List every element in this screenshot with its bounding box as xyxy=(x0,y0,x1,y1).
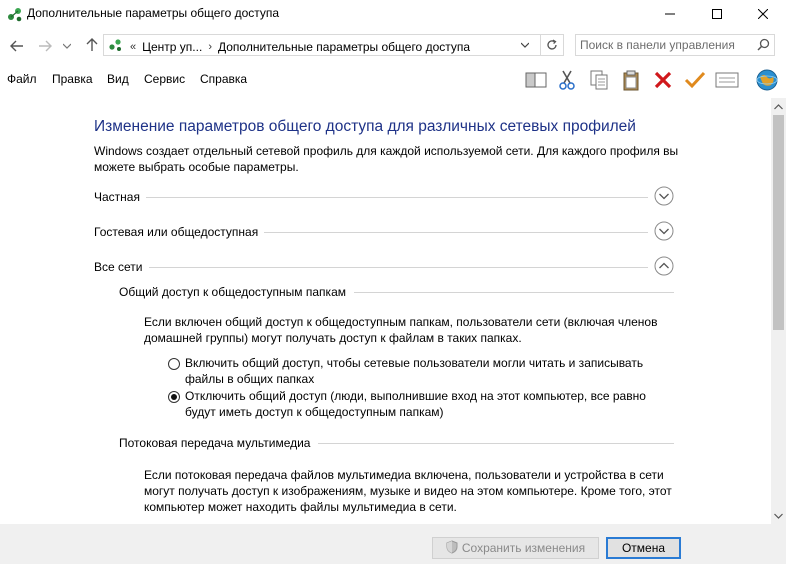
arrow-up-icon xyxy=(86,38,98,51)
refresh-icon xyxy=(547,39,557,50)
checkmark-icon[interactable] xyxy=(683,68,707,92)
scrollbar-thumb[interactable] xyxy=(773,115,784,330)
copy-icon[interactable] xyxy=(587,68,611,92)
profile-private-label: Частная xyxy=(94,190,146,204)
globe-icon[interactable] xyxy=(755,68,779,92)
address-overflow[interactable]: « xyxy=(130,41,136,53)
vertical-scrollbar[interactable] xyxy=(771,98,786,524)
network-sharing-icon xyxy=(7,6,23,22)
delete-icon[interactable] xyxy=(651,68,675,92)
public-folders-title: Общий доступ к общедоступным папкам xyxy=(119,285,354,299)
radio-disable-label[interactable]: Отключить общий доступ (люди, выполнивши… xyxy=(185,388,665,420)
title-bar: Дополнительные параметры общего доступа xyxy=(0,0,786,28)
up-button[interactable] xyxy=(84,37,100,53)
maximize-icon xyxy=(712,9,722,19)
footer-bar: Сохранить изменения Отмена xyxy=(0,524,786,564)
search-icon[interactable] xyxy=(757,38,770,54)
arrow-left-icon xyxy=(10,40,23,52)
chevron-down-icon xyxy=(521,42,529,48)
minimize-icon xyxy=(665,13,675,15)
media-streaming-title: Потоковая передача мультимедиа xyxy=(119,436,319,450)
menu-file[interactable]: Файл xyxy=(7,72,37,86)
chevron-down-icon xyxy=(774,513,783,519)
radio-button[interactable] xyxy=(168,358,180,370)
menu-tools[interactable]: Сервис xyxy=(144,72,185,86)
expand-chevron-down-icon[interactable] xyxy=(654,221,674,241)
radio-disable-public-sharing[interactable]: Отключить общий доступ (люди, выполнивши… xyxy=(168,388,668,420)
collapse-chevron-up-icon[interactable] xyxy=(654,256,674,276)
scroll-up-button[interactable] xyxy=(771,98,786,115)
back-button[interactable] xyxy=(9,38,25,54)
address-dropdown-button[interactable] xyxy=(517,37,533,53)
public-folders-description: Если включен общий доступ к общедоступны… xyxy=(144,315,658,345)
radio-button-selected[interactable] xyxy=(168,391,180,403)
cut-icon[interactable] xyxy=(555,68,579,92)
shield-icon xyxy=(446,539,458,557)
close-icon xyxy=(758,9,768,19)
paste-icon[interactable] xyxy=(619,68,643,92)
intro-text: Windows создает отдельный сетевой профил… xyxy=(94,144,679,174)
save-changes-label: Сохранить изменения xyxy=(461,541,586,555)
divider xyxy=(94,197,648,198)
profile-guest[interactable]: Гостевая или общедоступная xyxy=(94,221,674,243)
menu-help[interactable]: Справка xyxy=(200,72,247,86)
address-bar[interactable]: « Центр уп... › Дополнительные параметры… xyxy=(103,34,564,56)
breadcrumb-current[interactable]: Дополнительные параметры общего доступа xyxy=(218,40,470,54)
chevron-down-icon xyxy=(63,43,71,49)
maximize-button[interactable] xyxy=(694,0,740,28)
profile-guest-label: Гостевая или общедоступная xyxy=(94,225,265,239)
profile-private[interactable]: Частная xyxy=(94,186,674,208)
arrow-right-icon xyxy=(39,40,52,52)
chevron-up-icon xyxy=(774,103,783,109)
refresh-button[interactable] xyxy=(540,35,563,55)
close-window-button[interactable] xyxy=(740,0,786,28)
content-panel: Изменение параметров общего доступа для … xyxy=(0,98,771,524)
recent-locations-button[interactable] xyxy=(61,38,73,54)
radio-enable-label[interactable]: Включить общий доступ, чтобы сетевые пол… xyxy=(185,355,665,387)
save-changes-button[interactable]: Сохранить изменения xyxy=(432,537,599,559)
cancel-label: Отмена xyxy=(621,541,666,555)
cancel-button[interactable]: Отмена xyxy=(606,537,681,559)
menu-view[interactable]: Вид xyxy=(107,72,129,86)
breadcrumb-separator-icon: › xyxy=(208,40,212,53)
search-box[interactable] xyxy=(575,34,775,56)
media-streaming-section: Потоковая передача мультимедиа xyxy=(119,434,674,454)
layout-pane-icon[interactable] xyxy=(524,68,548,92)
page-heading: Изменение параметров общего доступа для … xyxy=(94,118,636,135)
menu-edit[interactable]: Правка xyxy=(52,72,93,86)
search-input[interactable] xyxy=(580,37,750,53)
breadcrumb-control-center[interactable]: Центр уп... xyxy=(142,40,202,54)
media-streaming-description: Если потоковая передача файлов мультимед… xyxy=(144,468,672,514)
profile-all-networks[interactable]: Все сети xyxy=(94,256,674,278)
properties-icon[interactable] xyxy=(715,68,739,92)
minimize-button[interactable] xyxy=(647,0,693,28)
window-title: Дополнительные параметры общего доступа xyxy=(27,6,280,20)
radio-enable-public-sharing[interactable]: Включить общий доступ, чтобы сетевые пол… xyxy=(168,355,668,387)
profile-all-networks-label: Все сети xyxy=(94,260,149,274)
public-folders-section: Общий доступ к общедоступным папкам xyxy=(119,283,674,303)
forward-button[interactable] xyxy=(37,38,53,54)
control-panel-icon xyxy=(108,38,124,55)
expand-chevron-down-icon[interactable] xyxy=(654,186,674,206)
divider xyxy=(94,267,648,268)
scroll-down-button[interactable] xyxy=(771,507,786,524)
